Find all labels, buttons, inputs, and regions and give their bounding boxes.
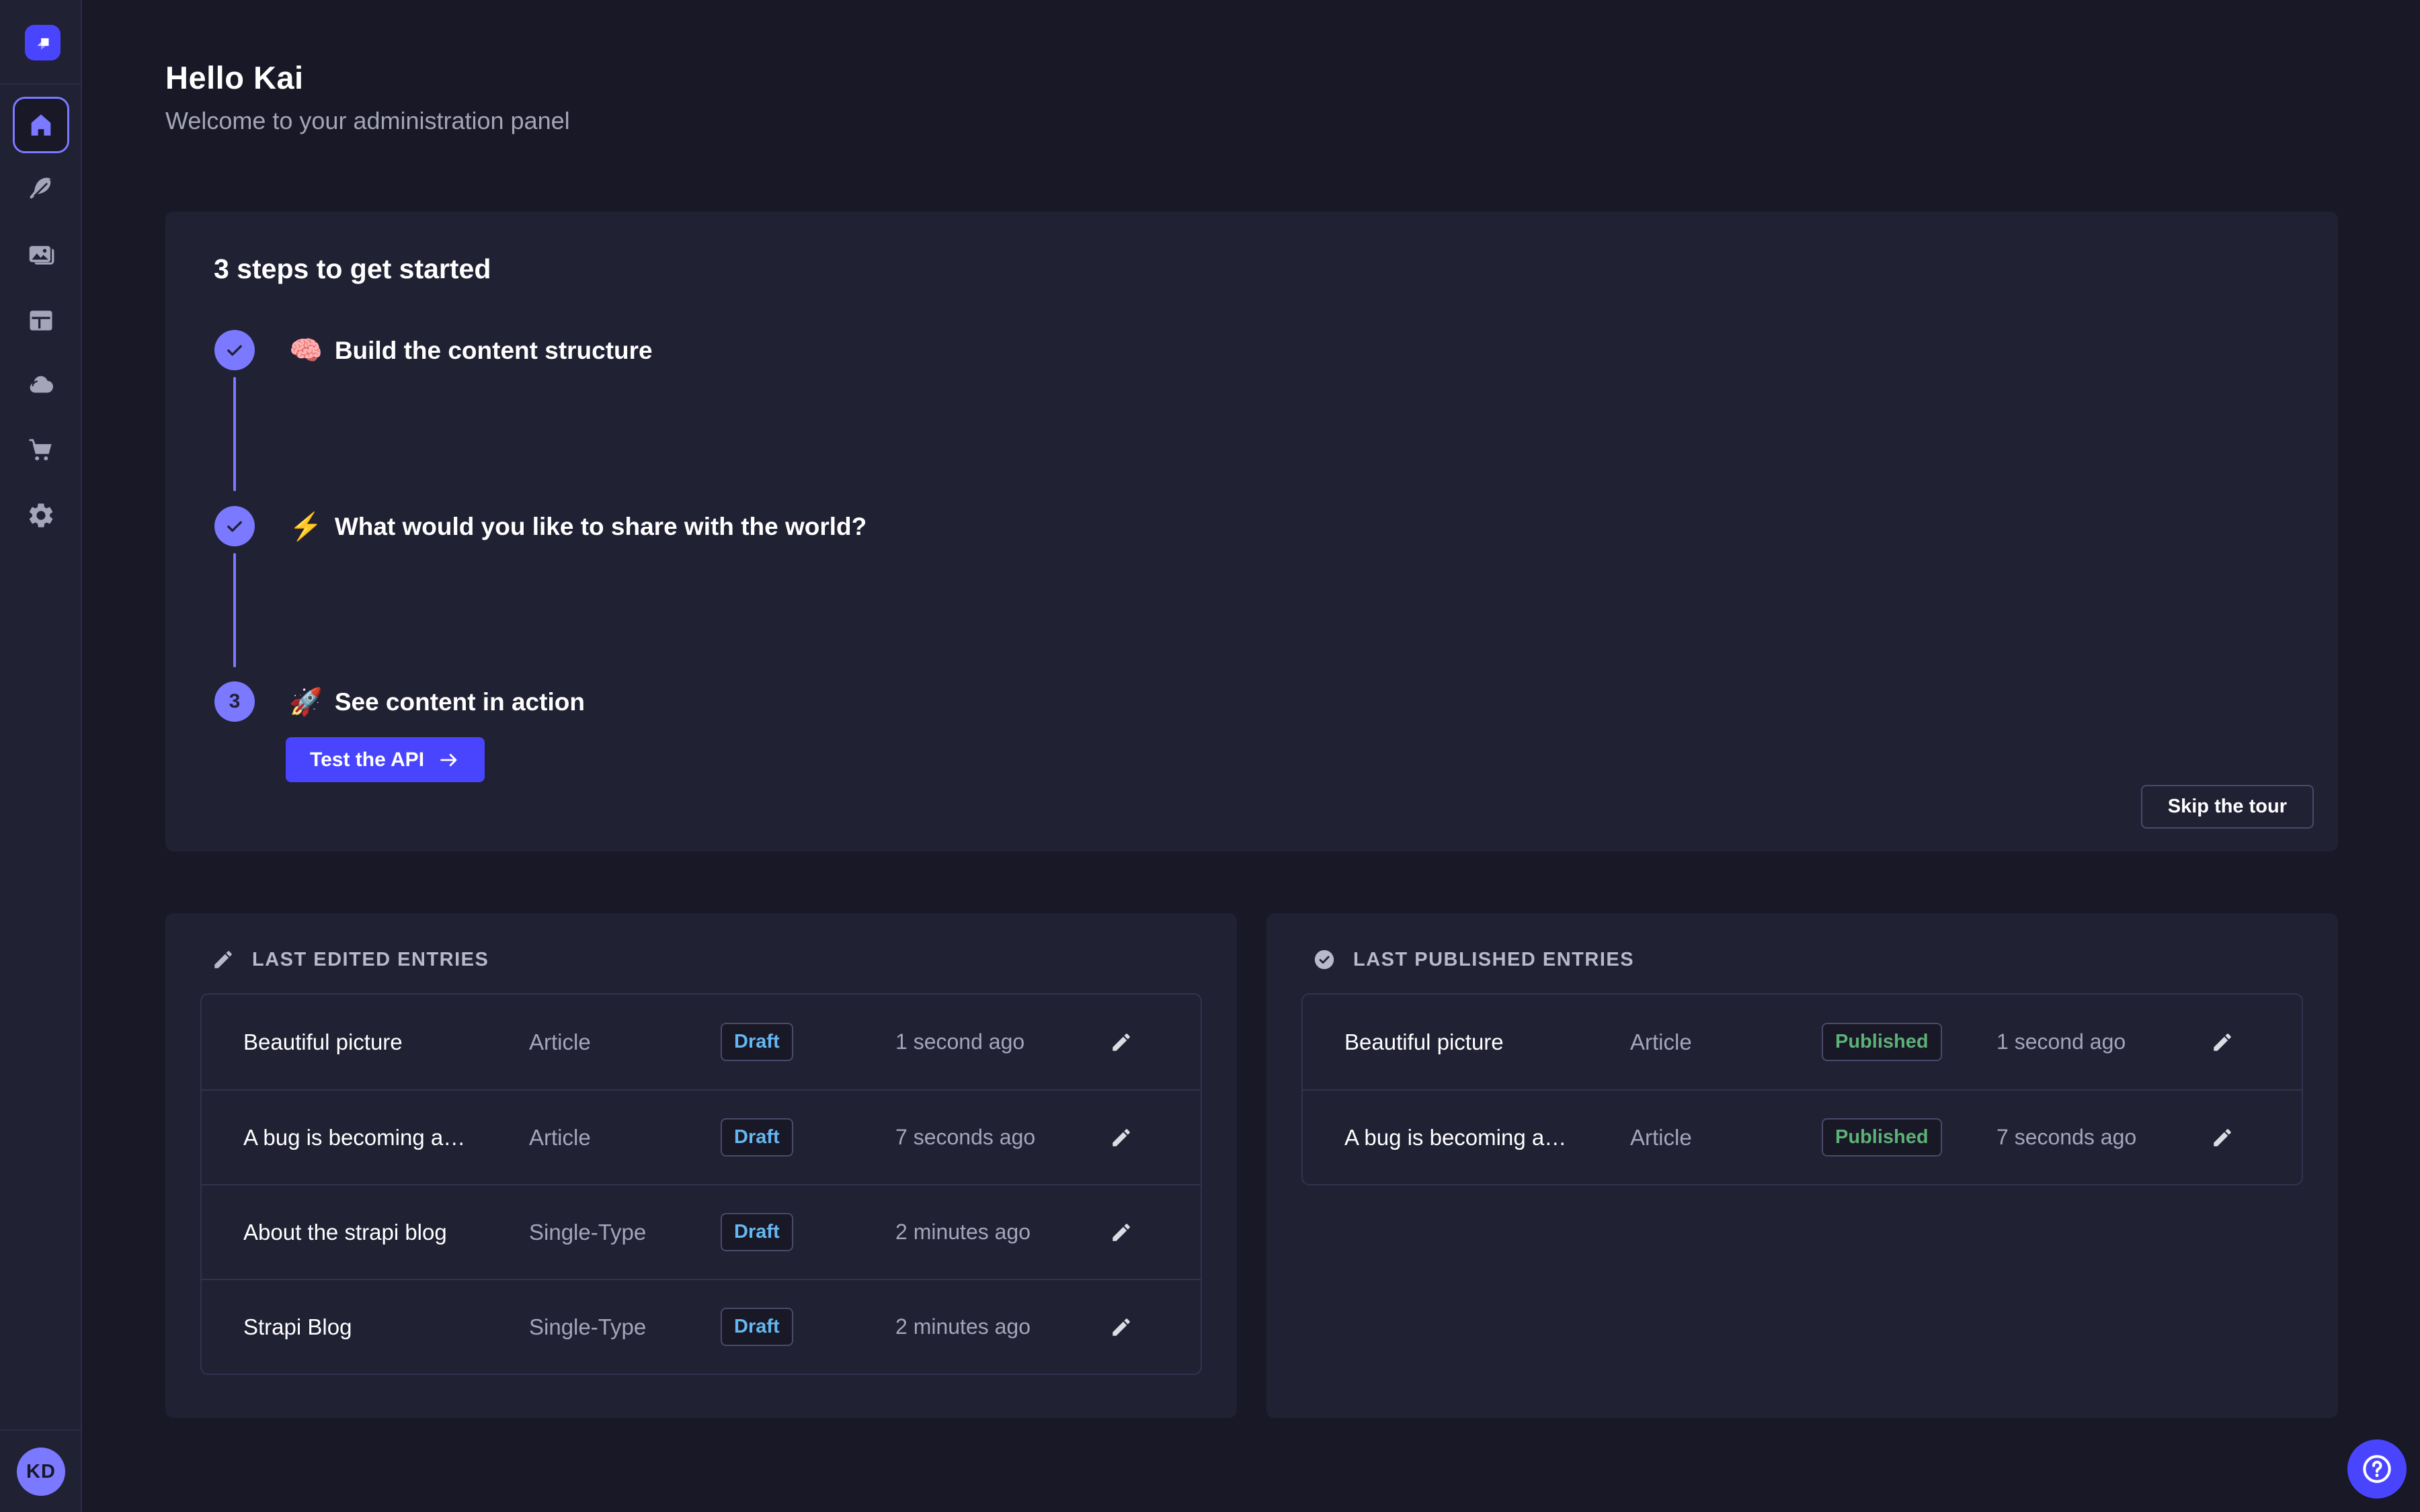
step-2-label: ⚡ What would you like to share with the … [289, 511, 866, 542]
edit-entry-button[interactable] [2208, 1123, 2237, 1152]
feather-pen-icon [26, 175, 56, 204]
question-circle-icon [2360, 1452, 2394, 1486]
entry-title: About the strapi blog [243, 1220, 529, 1245]
pencil-icon [1110, 1221, 1133, 1244]
table-row: Strapi BlogSingle-TypeDraft 2 minutes ago [202, 1279, 1201, 1374]
last-published-table: Beautiful pictureArticlePublished1 secon… [1301, 993, 2303, 1185]
media-library-icon [26, 240, 56, 269]
entry-type: Single-Type [529, 1314, 721, 1340]
entry-title: A bug is becoming a… [1344, 1125, 1630, 1150]
onboarding-panel: 3 steps to get started 🧠 Build the conte… [165, 212, 2338, 851]
avatar[interactable]: KD [17, 1447, 65, 1496]
avatar-initials: KD [26, 1461, 56, 1483]
status-badge: Published [1822, 1118, 1942, 1157]
check-icon [223, 339, 246, 362]
entry-type: Article [1630, 1030, 1822, 1055]
sidebar-divider [0, 83, 81, 85]
step-1-label: 🧠 Build the content structure [289, 335, 653, 366]
test-api-button[interactable]: Test the API [286, 737, 485, 782]
sidebar: KD [0, 0, 82, 1512]
entry-title: Beautiful picture [1344, 1030, 1630, 1055]
sidebar-item-content-manager[interactable] [25, 173, 57, 206]
step-3-indicator: 3 [214, 681, 255, 722]
home-icon [27, 111, 55, 139]
page-title: Hello Kai [165, 59, 2420, 96]
brain-emoji-icon: 🧠 [289, 335, 323, 366]
entry-type: Article [529, 1125, 721, 1150]
table-row: A bug is becoming a…ArticlePublished 7 se… [1303, 1089, 2302, 1184]
sidebar-footer-divider [0, 1429, 81, 1431]
panel-title: LAST EDITED ENTRIES [252, 949, 489, 971]
pencil-icon [212, 948, 235, 971]
entry-title: Beautiful picture [243, 1030, 529, 1055]
edit-entry-button[interactable] [1106, 1027, 1136, 1057]
gear-icon [26, 501, 56, 530]
pencil-icon [1110, 1126, 1133, 1149]
sidebar-item-cloud[interactable] [25, 369, 57, 401]
status-badge: Draft [721, 1023, 793, 1061]
onboarding-title: 3 steps to get started [214, 253, 491, 285]
entry-time: 7 seconds ago [895, 1125, 1106, 1150]
cloud-icon [26, 370, 56, 400]
last-edited-panel: LAST EDITED ENTRIES Beautiful pictureArt… [165, 913, 1237, 1418]
help-button[interactable] [2347, 1439, 2407, 1499]
entry-time: 2 minutes ago [895, 1314, 1106, 1339]
step-2-indicator [214, 506, 255, 546]
entry-time: 1 second ago [1997, 1030, 2208, 1054]
layout-icon [26, 306, 56, 335]
status-badge: Draft [721, 1308, 793, 1346]
check-circle-icon [1313, 948, 1336, 971]
entry-type: Article [529, 1030, 721, 1055]
tables-row: LAST EDITED ENTRIES Beautiful pictureArt… [165, 913, 2338, 1418]
last-edited-table: Beautiful pictureArticleDraft1 second ag… [200, 993, 1202, 1375]
sidebar-item-media-library[interactable] [25, 239, 57, 271]
status-badge: Published [1822, 1023, 1942, 1061]
status-badge: Draft [721, 1118, 793, 1157]
edit-entry-button[interactable] [1106, 1218, 1136, 1247]
lightning-emoji-icon: ⚡ [289, 511, 323, 542]
step-connector [233, 377, 236, 491]
page-subtitle: Welcome to your administration panel [165, 107, 2420, 135]
entry-title: A bug is becoming a… [243, 1125, 529, 1150]
strapi-logo-icon [32, 32, 54, 54]
last-published-header: LAST PUBLISHED ENTRIES [1313, 948, 1634, 971]
main-content: Hello Kai Welcome to your administration… [82, 0, 2420, 1512]
entry-type: Article [1630, 1125, 1822, 1150]
pencil-icon [2211, 1126, 2234, 1149]
entry-title: Strapi Blog [243, 1314, 529, 1340]
panel-title: LAST PUBLISHED ENTRIES [1353, 949, 1634, 971]
status-badge: Draft [721, 1213, 793, 1251]
sidebar-item-content-type-builder[interactable] [25, 304, 57, 337]
entry-type: Single-Type [529, 1220, 721, 1245]
last-edited-header: LAST EDITED ENTRIES [212, 948, 489, 971]
step-3-label: 🚀 See content in action [289, 686, 585, 718]
cart-icon [26, 435, 56, 465]
entry-time: 1 second ago [895, 1030, 1106, 1054]
pencil-icon [1110, 1316, 1133, 1339]
sidebar-item-settings[interactable] [25, 499, 57, 532]
edit-entry-button[interactable] [1106, 1123, 1136, 1152]
sidebar-item-marketplace[interactable] [25, 434, 57, 466]
check-icon [223, 515, 246, 538]
page-header: Hello Kai Welcome to your administration… [165, 59, 2420, 135]
step-1-indicator [214, 330, 255, 370]
step-connector [233, 553, 236, 667]
last-published-panel: LAST PUBLISHED ENTRIES Beautiful picture… [1266, 913, 2338, 1418]
pencil-icon [2211, 1031, 2234, 1054]
table-row: A bug is becoming a…ArticleDraft 7 second… [202, 1089, 1201, 1184]
sidebar-item-home[interactable] [13, 97, 69, 153]
strapi-logo[interactable] [25, 25, 61, 60]
rocket-emoji-icon: 🚀 [289, 686, 323, 718]
arrow-right-icon [438, 749, 460, 771]
edit-entry-button[interactable] [1106, 1312, 1136, 1342]
entry-time: 7 seconds ago [1997, 1125, 2208, 1150]
skip-tour-button[interactable]: Skip the tour [2141, 785, 2314, 829]
edit-entry-button[interactable] [2208, 1027, 2237, 1057]
table-row: Beautiful pictureArticleDraft 1 second ag… [202, 995, 1201, 1089]
entry-time: 2 minutes ago [895, 1220, 1106, 1245]
pencil-icon [1110, 1031, 1133, 1054]
table-row: Beautiful pictureArticlePublished 1 secon… [1303, 995, 2302, 1089]
table-row: About the strapi blogSingle-TypeDraft 2 m… [202, 1184, 1201, 1279]
